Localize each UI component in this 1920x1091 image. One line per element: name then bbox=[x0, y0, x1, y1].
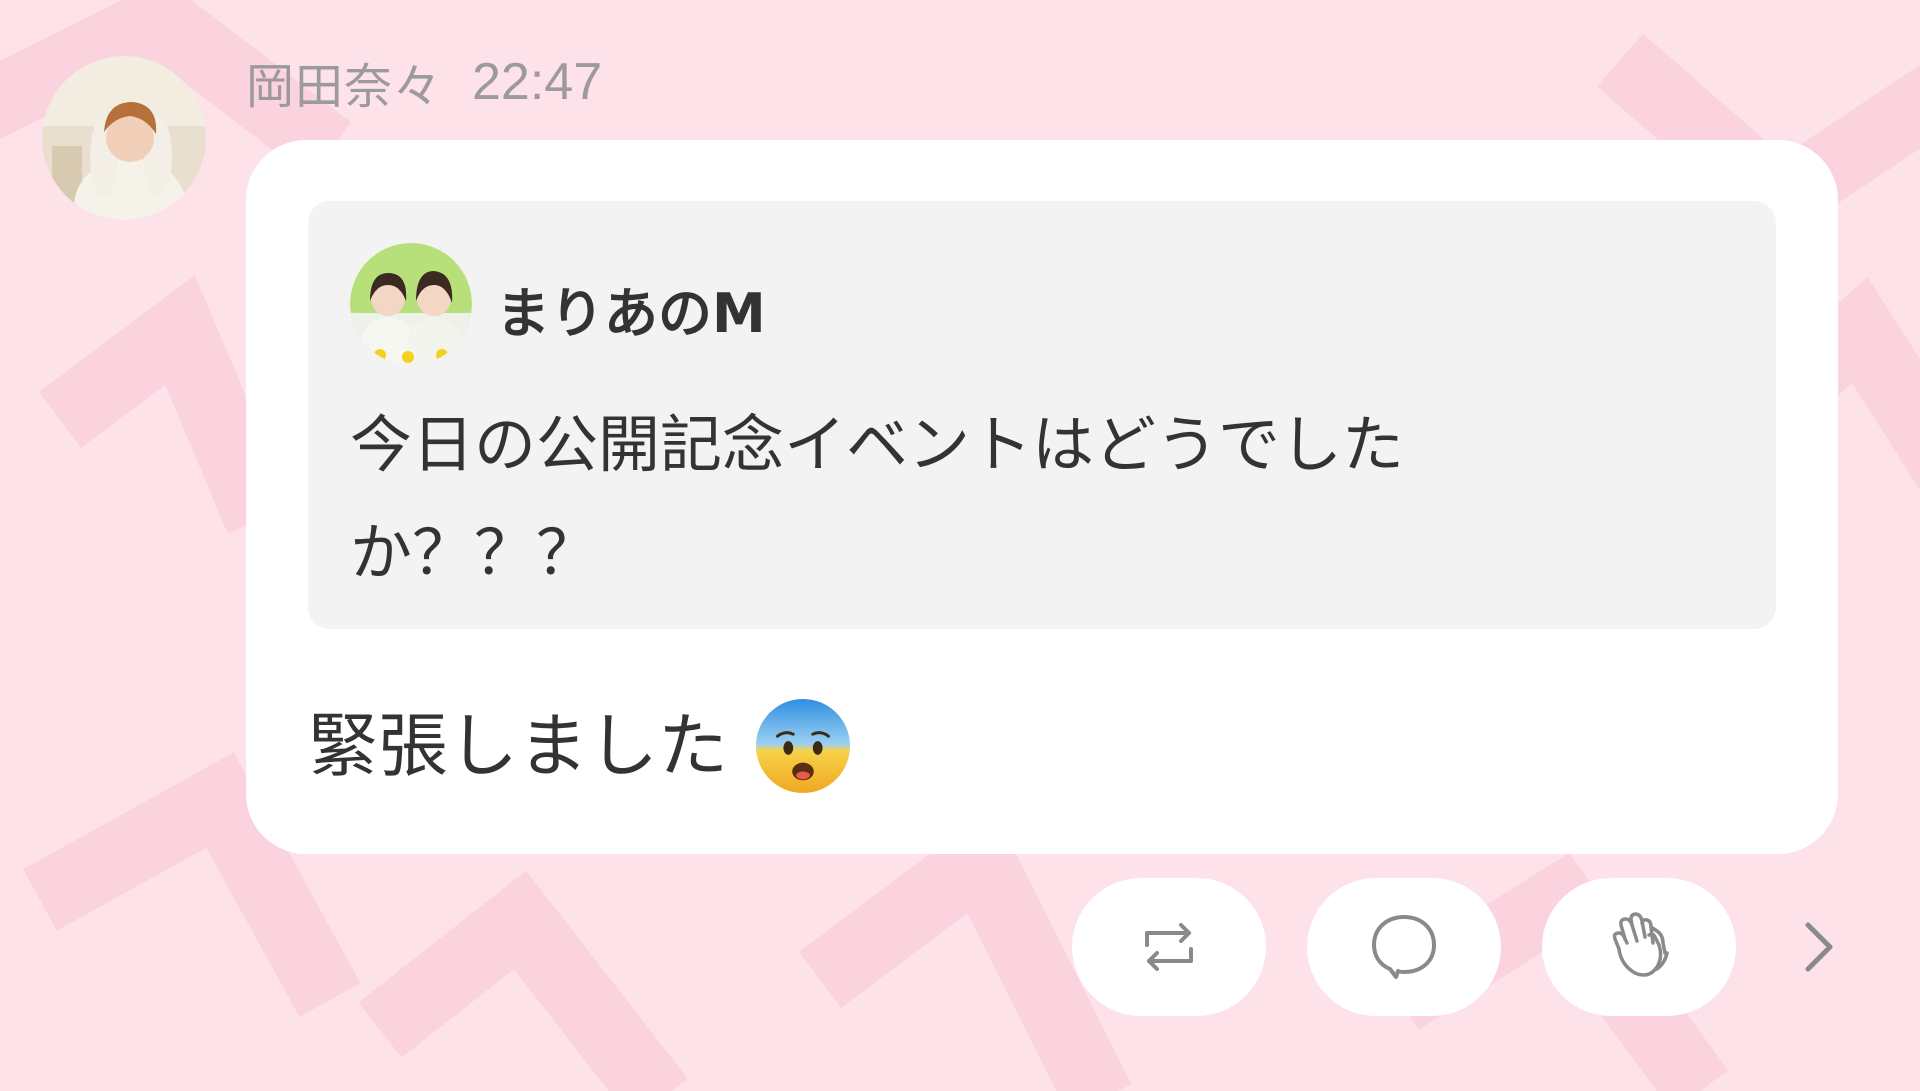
sender-avatar[interactable] bbox=[42, 56, 206, 220]
post-header: 岡田奈々 22:47 bbox=[246, 47, 603, 117]
message-bubble: まりあのM 今日の公開記念イベントはどうでしたか？？？ 緊張しました bbox=[246, 140, 1838, 854]
quoted-message-text: 今日の公開記念イベントはどうでしたか？？？ bbox=[350, 408, 1405, 589]
clap-button[interactable] bbox=[1542, 878, 1736, 1016]
clapping-hands-icon bbox=[1612, 912, 1669, 977]
quoted-author-avatar-image bbox=[350, 243, 472, 365]
quoted-message[interactable]: まりあのM 今日の公開記念イベントはどうでしたか？？？ bbox=[308, 201, 1776, 629]
sender-name[interactable]: 岡田奈々 bbox=[246, 47, 442, 117]
quoted-author-name[interactable]: まりあのM bbox=[496, 269, 766, 348]
chevron-right-icon[interactable] bbox=[1790, 915, 1846, 979]
quoted-author-avatar[interactable] bbox=[350, 243, 472, 365]
speech-bubble-icon bbox=[1372, 915, 1436, 979]
message-body: 緊張しました bbox=[308, 696, 852, 796]
comment-button[interactable] bbox=[1307, 878, 1501, 1016]
repost-button[interactable] bbox=[1072, 878, 1266, 1016]
sender-avatar-image bbox=[42, 56, 206, 220]
repost-icon bbox=[1145, 923, 1193, 971]
anxious-face-with-sweat-icon bbox=[755, 698, 851, 794]
message-text: 緊張しました bbox=[308, 705, 728, 787]
post-timestamp: 22:47 bbox=[472, 53, 603, 111]
